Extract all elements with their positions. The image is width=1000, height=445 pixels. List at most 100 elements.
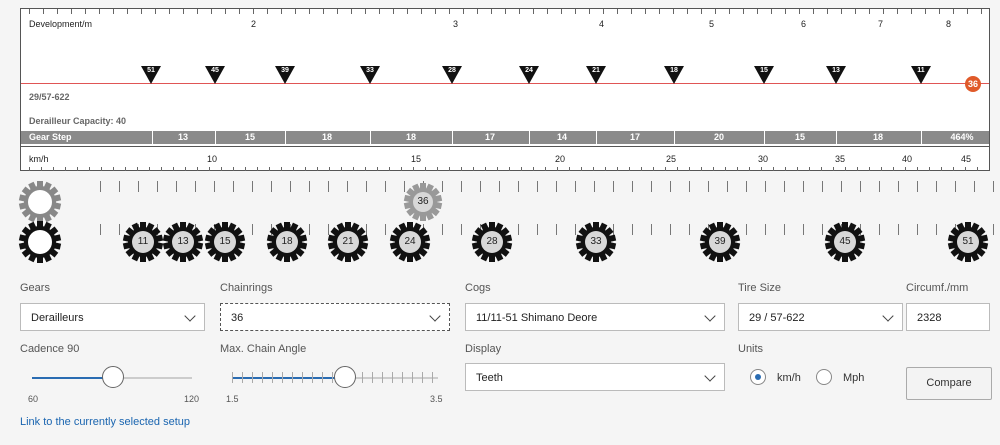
gear-step-value: 18 <box>872 132 883 142</box>
cog-marker-label: 33 <box>366 67 374 74</box>
unit-kmh-radio[interactable] <box>750 369 766 385</box>
cog-marker-label: 13 <box>832 67 840 74</box>
chain-angle-slider-thumb[interactable] <box>334 366 356 388</box>
gear-label: 24 <box>404 236 416 247</box>
chevron-down-icon <box>704 370 716 382</box>
cog-marker-label: 28 <box>448 67 456 74</box>
gear-step-value: 18 <box>405 132 416 142</box>
chainring-gear: 36 <box>403 182 443 222</box>
cog-gear: 39 <box>699 221 741 263</box>
gear-label: 21 <box>342 236 354 247</box>
gear-label: 13 <box>177 236 189 247</box>
cog-gear: 28 <box>471 221 513 263</box>
cog-gear: 51 <box>947 221 989 263</box>
cog-marker-label: 15 <box>760 67 768 74</box>
gear-step-value: 15 <box>244 132 255 142</box>
chainrings-select[interactable]: 36 <box>220 303 450 331</box>
gear-label: 39 <box>714 236 726 247</box>
gear-step-value: 14 <box>556 132 567 142</box>
unit-mph-label: Mph <box>843 372 865 384</box>
large-chainring-icon <box>18 220 62 264</box>
gear-label: 28 <box>486 236 498 247</box>
chainring-marker: 36 <box>965 76 981 92</box>
top-axis-tick-label: 7 <box>878 19 884 29</box>
top-axis-tick-label: 3 <box>453 19 459 29</box>
small-chainring-icon <box>18 180 62 224</box>
chevron-down-icon <box>882 310 894 322</box>
cadence-max: 120 <box>184 394 200 404</box>
gear-label: 15 <box>219 236 231 247</box>
gear-label: 36 <box>417 196 429 207</box>
cog-marker-label: 24 <box>525 67 533 74</box>
unit-kmh-label: km/h <box>777 372 801 384</box>
chain-angle-min: 1.5 <box>226 394 239 404</box>
speed-axis-tick-label: 40 <box>902 154 913 164</box>
setup-link[interactable]: Link to the currently selected setup <box>20 416 190 428</box>
tire-label: 29/57-622 <box>29 92 70 102</box>
development-axis-label: Development/m <box>29 19 93 29</box>
gear-step-value: 17 <box>484 132 495 142</box>
top-axis-tick-label: 6 <box>801 19 807 29</box>
cadence-slider-thumb[interactable] <box>102 366 124 388</box>
gear-step-value: 17 <box>629 132 640 142</box>
gear-step-value: 20 <box>713 132 724 142</box>
gear-label: 11 <box>137 236 149 247</box>
top-axis-tick-label: 5 <box>709 19 715 29</box>
speed-axis-tick-label: 45 <box>961 154 972 164</box>
cogs-select[interactable]: 11/11-51 Shimano Deore <box>465 303 725 331</box>
gears-select[interactable]: Derailleurs <box>20 303 205 331</box>
cadence-label: Cadence 90 <box>20 343 80 355</box>
top-axis-tick-label: 2 <box>251 19 257 29</box>
tire-size-select[interactable]: 29 / 57-622 <box>738 303 903 331</box>
gear-step-value: 15 <box>794 132 805 142</box>
compare-button[interactable]: Compare <box>906 367 992 400</box>
units-label: Units <box>738 343 764 355</box>
speed-axis-tick-label: 10 <box>207 154 218 164</box>
tire-size-label: Tire Size <box>738 282 781 294</box>
chevron-down-icon <box>429 310 441 322</box>
circumference-input[interactable]: 2328 <box>906 303 990 331</box>
gear-label: 51 <box>962 236 974 247</box>
cog-marker-label: 21 <box>592 67 600 74</box>
chain-angle-max: 3.5 <box>430 394 443 404</box>
cog-gear: 33 <box>575 221 617 263</box>
display-select[interactable]: Teeth <box>465 363 725 391</box>
cog-gear: 18 <box>266 221 308 263</box>
gear-step-value: 18 <box>321 132 332 142</box>
speed-axis-tick-label: 25 <box>666 154 677 164</box>
cog-gear: 24 <box>389 221 431 263</box>
top-axis-tick-label: 4 <box>599 19 605 29</box>
speed-axis-tick-label: 15 <box>411 154 422 164</box>
cog-marker-label: 18 <box>670 67 678 74</box>
gear-step-value: 464% <box>950 132 974 142</box>
cog-marker-label: 39 <box>281 67 289 74</box>
gear-chart: Development/m 2345678 51 45 39 33 28 24 21 18 15… <box>20 8 990 171</box>
gear-step-label: Gear Step <box>29 132 72 142</box>
gear-step-value: 13 <box>177 132 188 142</box>
chain-angle-label: Max. Chain Angle <box>220 343 307 355</box>
speed-axis-tick-label: 30 <box>758 154 769 164</box>
chevron-down-icon <box>184 310 196 322</box>
cadence-min: 60 <box>28 394 39 404</box>
cog-marker-label: 11 <box>917 67 925 74</box>
circumference-label: Circumf./mm <box>906 282 969 294</box>
display-label: Display <box>465 343 502 355</box>
chainrings-label: Chainrings <box>220 282 273 294</box>
cog-marker-label: 51 <box>147 67 155 74</box>
cog-gear: 45 <box>824 221 866 263</box>
gears-label: Gears <box>20 282 50 294</box>
cog-marker-label: 45 <box>211 67 219 74</box>
speed-axis-label: km/h <box>29 154 49 164</box>
gear-label: 33 <box>590 236 602 247</box>
cog-gear: 15 <box>204 221 246 263</box>
cogs-label: Cogs <box>465 282 491 294</box>
gear-step-bar: Gear Step 13 15 18 18 17 14 17 20 15 18 464% <box>21 131 989 144</box>
top-axis-tick-label: 8 <box>946 19 952 29</box>
gear-label: 45 <box>839 236 851 247</box>
gear-label: 18 <box>281 236 293 247</box>
cog-gear: 13 <box>162 221 204 263</box>
unit-mph-radio[interactable] <box>816 369 832 385</box>
speed-axis-tick-label: 35 <box>835 154 846 164</box>
cog-gear: 21 <box>327 221 369 263</box>
derailleur-capacity: Derailleur Capacity: 40 <box>29 116 127 126</box>
